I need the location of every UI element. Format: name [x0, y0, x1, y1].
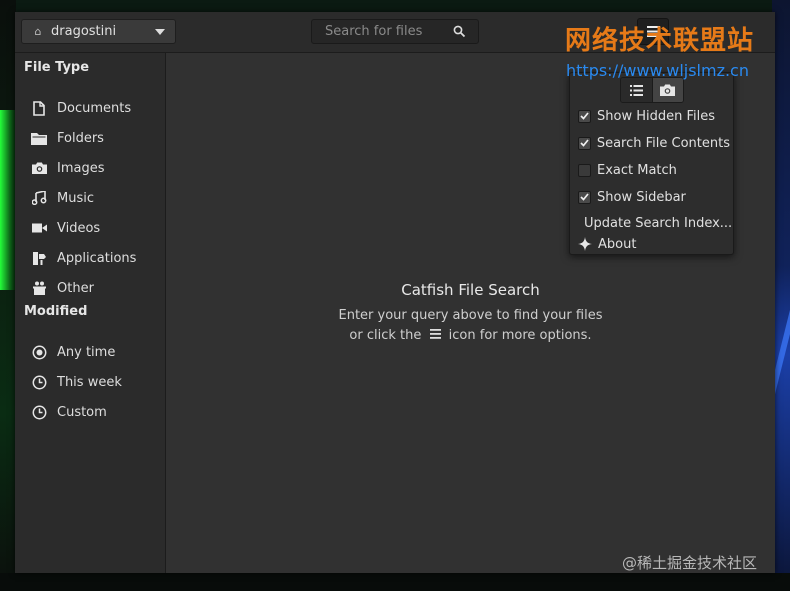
sidebar-item-label: Images [57, 160, 105, 176]
search-input[interactable] [312, 20, 455, 43]
sidebar: File Type Documents Folders Images Music [15, 53, 166, 573]
check-icon [580, 112, 589, 120]
thumbnail-view-button[interactable] [652, 78, 683, 102]
sidebar-item-music[interactable]: Music [15, 185, 165, 211]
location-button[interactable]: ⌂ dragostini [21, 19, 176, 44]
menu-item-label: About [598, 236, 637, 252]
checkbox-unchecked[interactable] [578, 163, 591, 177]
folder-icon [31, 130, 47, 146]
camera-icon [31, 160, 47, 176]
empty-state-line2-prefix: or click the [349, 328, 422, 343]
sidebar-item-custom[interactable]: Custom [15, 399, 165, 425]
desktop-glow-left [0, 110, 16, 290]
search-icon[interactable] [453, 25, 466, 38]
menu-item-label: Update Search Index... [584, 215, 733, 231]
options-popover: Show Hidden Files Search File Contents E… [569, 72, 734, 255]
checkbox-checked[interactable] [578, 109, 591, 123]
modified-heading: Modified [24, 304, 88, 319]
radio-selected-icon [31, 344, 47, 360]
sidebar-item-images[interactable]: Images [15, 155, 165, 181]
sidebar-item-label: Videos [57, 220, 101, 236]
sidebar-item-videos[interactable]: Videos [15, 215, 165, 241]
applications-icon [31, 250, 47, 266]
camera-icon [660, 84, 676, 96]
search-box[interactable] [311, 19, 479, 44]
document-icon [31, 100, 47, 116]
sidebar-item-label: Folders [57, 130, 104, 146]
option-label: Show Hidden Files [597, 108, 715, 124]
option-search-file-contents[interactable]: Search File Contents [578, 132, 730, 154]
clock-icon [31, 404, 47, 420]
menu-item-about[interactable]: About [578, 233, 730, 255]
sidebar-item-any-time[interactable]: Any time [15, 339, 165, 365]
sidebar-item-label: Custom [57, 404, 107, 420]
sidebar-item-documents[interactable]: Documents [15, 95, 165, 121]
option-exact-match[interactable]: Exact Match [578, 159, 730, 181]
sidebar-item-folders[interactable]: Folders [15, 125, 165, 151]
option-show-hidden-files[interactable]: Show Hidden Files [578, 105, 730, 127]
location-label: dragostini [51, 24, 117, 39]
check-icon [580, 139, 589, 147]
option-show-sidebar[interactable]: Show Sidebar [578, 186, 730, 208]
watermark-credit: @稀土掘金技术社区 [622, 554, 758, 572]
check-icon [580, 193, 589, 201]
checkbox-checked[interactable] [578, 190, 591, 204]
music-note-icon [31, 190, 47, 206]
option-label: Search File Contents [596, 135, 730, 151]
sidebar-item-label: This week [57, 374, 122, 390]
checkbox-checked[interactable] [578, 136, 591, 150]
hamburger-menu-icon [429, 329, 441, 339]
sidebar-item-this-week[interactable]: This week [15, 369, 165, 395]
sidebar-item-label: Documents [57, 100, 132, 116]
list-view-icon [629, 84, 643, 96]
view-mode-toggle [620, 77, 684, 103]
option-label: Exact Match [597, 162, 677, 178]
empty-state-line2: or click the icon for more options. [166, 328, 775, 343]
sidebar-item-applications[interactable]: Applications [15, 245, 165, 271]
sidebar-item-label: Other [57, 280, 94, 296]
watermark-site-url: https://www.wljslmz.cn [566, 61, 749, 80]
desktop-background-bottom [0, 573, 790, 591]
sidebar-item-other[interactable]: Other [15, 275, 165, 301]
empty-state-line2-suffix: icon for more options. [448, 328, 592, 343]
other-icon [31, 280, 47, 296]
video-camera-icon [31, 220, 47, 236]
option-label: Show Sidebar [597, 189, 686, 205]
home-icon: ⌂ [34, 25, 42, 38]
file-type-heading: File Type [24, 60, 90, 75]
sidebar-item-label: Any time [57, 344, 116, 360]
empty-state-line1: Enter your query above to find your file… [338, 308, 603, 323]
watermark-site-name: 网络技术联盟站 [565, 26, 755, 56]
list-view-button[interactable] [621, 78, 653, 102]
sidebar-item-label: Music [57, 190, 94, 206]
menu-item-update-search-index[interactable]: Update Search Index... [578, 212, 733, 234]
desktop-background-left [0, 0, 16, 591]
empty-state-title: Catfish File Search [401, 281, 540, 299]
sidebar-item-label: Applications [57, 250, 137, 266]
sparkle-icon [578, 237, 592, 251]
chevron-down-icon [155, 29, 165, 35]
clock-icon [31, 374, 47, 390]
